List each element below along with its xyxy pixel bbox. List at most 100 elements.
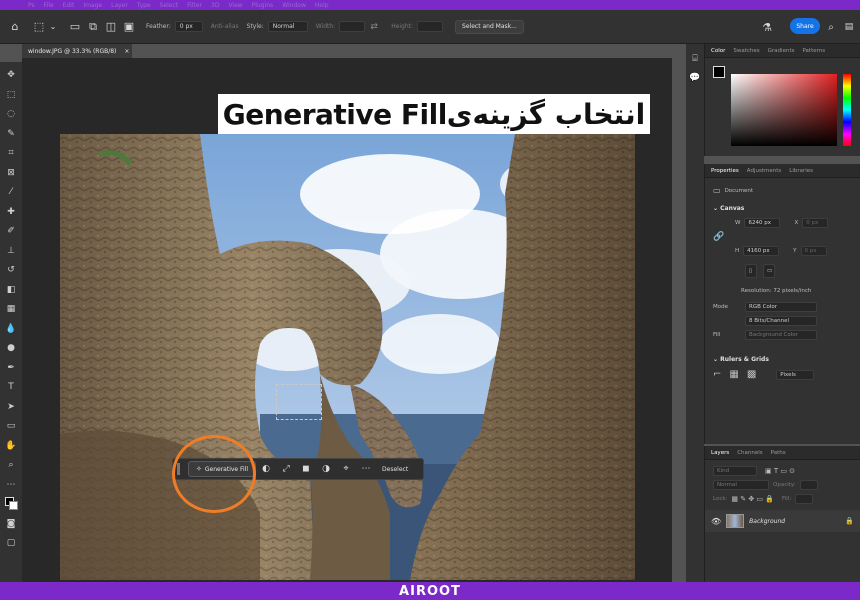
transform-selection-icon[interactable]: ⤢ [276, 464, 296, 474]
tab-properties[interactable]: Properties [711, 168, 739, 174]
deselect-button[interactable]: Deselect [382, 466, 408, 473]
foreground-color-swatch[interactable] [713, 66, 725, 78]
rectangle-tool-icon[interactable]: ▭ [2, 417, 20, 436]
portrait-icon[interactable]: ▯ [745, 264, 757, 278]
blur-tool-icon[interactable]: 💧 [2, 320, 20, 339]
adjustment-icon[interactable]: ◑ [316, 464, 336, 474]
chevron-down-icon[interactable]: ⌄ [48, 18, 58, 36]
menu-item[interactable]: Layer [111, 2, 128, 9]
menu-item[interactable]: Edit [63, 2, 75, 9]
mask-icon[interactable]: ◼ [296, 464, 316, 474]
pen-tool-icon[interactable]: ✒ [2, 359, 20, 378]
type-tool-icon[interactable]: T [2, 378, 20, 397]
menu-item[interactable]: Image [83, 2, 102, 9]
home-icon[interactable]: ⌂ [6, 18, 24, 36]
layer-row-background[interactable]: 👁 Background 🔒 [705, 510, 860, 532]
landscape-icon[interactable]: ▭ [763, 264, 775, 278]
hand-tool-icon[interactable]: ✋ [2, 437, 20, 456]
layer-fill-field[interactable] [795, 494, 814, 504]
close-icon[interactable]: × [124, 48, 129, 55]
menu-item[interactable]: Filter [187, 2, 202, 9]
canvas-section-title[interactable]: ⌄ Canvas [705, 201, 860, 216]
visibility-eye-icon[interactable]: 👁 [711, 517, 721, 526]
screen-mode-icon[interactable]: ▢ [2, 534, 20, 553]
quick-select-tool-icon[interactable]: ✎ [2, 125, 20, 144]
units-select[interactable]: Pixels [776, 369, 815, 380]
opacity-field[interactable] [799, 480, 818, 490]
tab-swatches[interactable]: Swatches [733, 48, 759, 54]
menu-item[interactable]: Type [137, 2, 151, 9]
stamp-tool-icon[interactable]: ⊥ [2, 242, 20, 261]
guides-icon[interactable]: ▩ [747, 369, 756, 380]
layer-kind-select[interactable]: Kind [713, 466, 757, 476]
frame-tool-icon[interactable]: ⊠ [2, 164, 20, 183]
invert-selection-icon[interactable]: ◐ [256, 464, 276, 474]
menu-item[interactable]: Plugins [252, 2, 274, 9]
tab-paths[interactable]: Paths [771, 450, 786, 456]
tab-color[interactable]: Color [711, 48, 725, 54]
document-tab[interactable]: window.JPG @ 33.3% (RGB/8) × [22, 44, 132, 58]
tab-libraries[interactable]: Libraries [789, 168, 813, 174]
new-selection-icon[interactable]: ▭ [66, 18, 84, 36]
lasso-tool-icon[interactable]: ◌ [2, 105, 20, 124]
canvas-x-field[interactable]: 0 px [802, 218, 829, 228]
menu-item[interactable]: Help [315, 2, 329, 9]
more-options-icon[interactable]: ⋯ [356, 464, 376, 474]
tab-layers[interactable]: Layers [711, 450, 729, 456]
eyedropper-tool-icon[interactable]: ⁄ [2, 183, 20, 202]
ruler-icon[interactable]: ⌐ [713, 369, 721, 380]
color-swatches-icon[interactable] [2, 495, 20, 514]
move-tool-icon[interactable]: ✥ [2, 66, 20, 85]
path-select-tool-icon[interactable]: ➤ [2, 398, 20, 417]
menu-item[interactable]: 3D [211, 2, 219, 9]
zoom-tool-icon[interactable]: ⌕ [2, 456, 20, 475]
subtract-selection-icon[interactable]: ◫ [102, 18, 120, 36]
add-selection-icon[interactable]: ⧉ [84, 18, 102, 36]
history-icon[interactable]: ⌸ [686, 50, 704, 69]
flask-icon[interactable]: ⚗ [758, 18, 776, 36]
canvas-y-field[interactable]: 0 px [800, 246, 827, 256]
healing-tool-icon[interactable]: ✚ [2, 203, 20, 222]
antialias-checkbox[interactable]: Anti-alias [211, 23, 239, 30]
brush-tool-icon[interactable]: ✐ [2, 222, 20, 241]
rect-marquee-tool-icon[interactable]: ⬚ [2, 86, 20, 105]
bit-depth-select[interactable]: 8 Bits/Channel [745, 316, 817, 326]
filter-icons[interactable]: ▣ T ▭ ⊙ [765, 467, 795, 475]
menu-item[interactable]: Window [282, 2, 306, 9]
marquee-tool-icon[interactable]: ⬚ [30, 18, 48, 36]
history-brush-tool-icon[interactable]: ↺ [2, 261, 20, 280]
tab-gradients[interactable]: Gradients [768, 48, 795, 54]
grid-icon[interactable]: ▦ [729, 369, 738, 380]
document-canvas-photo[interactable] [60, 134, 635, 580]
select-and-mask-button[interactable]: Select and Mask... [455, 19, 524, 34]
hue-slider[interactable] [843, 74, 851, 146]
intersect-selection-icon[interactable]: ▣ [120, 18, 138, 36]
tab-patterns[interactable]: Patterns [802, 48, 825, 54]
width-input[interactable] [339, 21, 366, 32]
menu-item[interactable]: Ps [28, 2, 35, 9]
swap-icon[interactable]: ⇄ [365, 18, 383, 36]
mode-select[interactable]: RGB Color [745, 302, 817, 312]
more-tools-icon[interactable]: ⋯ [2, 476, 20, 495]
link-icon[interactable]: 🔗 [713, 232, 724, 242]
eraser-tool-icon[interactable]: ◧ [2, 281, 20, 300]
menu-item[interactable]: File [44, 2, 54, 9]
height-input[interactable] [417, 21, 444, 32]
feather-input[interactable]: 0 px [174, 21, 203, 32]
menu-item[interactable]: Select [160, 2, 179, 9]
canvas-width-field[interactable]: 6240 px [744, 218, 781, 228]
menu-item[interactable]: View [228, 2, 242, 9]
crop-tool-icon[interactable]: ⌗ [2, 144, 20, 163]
comments-icon[interactable]: 💬 [686, 69, 704, 88]
blend-mode-select[interactable]: Normal [713, 480, 769, 490]
color-picker-field[interactable] [731, 74, 837, 146]
gradient-tool-icon[interactable]: ▦ [2, 300, 20, 319]
dodge-tool-icon[interactable]: ● [2, 339, 20, 358]
workspace-icon[interactable]: ▤ [840, 18, 858, 36]
quick-mask-icon[interactable]: ◙ [2, 515, 20, 534]
lock-icons[interactable]: ▦ ✎ ✥ ▭ 🔒 [731, 495, 774, 503]
style-select[interactable]: Normal [267, 21, 308, 32]
tab-adjustments[interactable]: Adjustments [747, 168, 781, 174]
fill-select[interactable]: Background Color [745, 330, 817, 340]
fill-bucket-icon[interactable]: ⌖ [336, 464, 356, 474]
